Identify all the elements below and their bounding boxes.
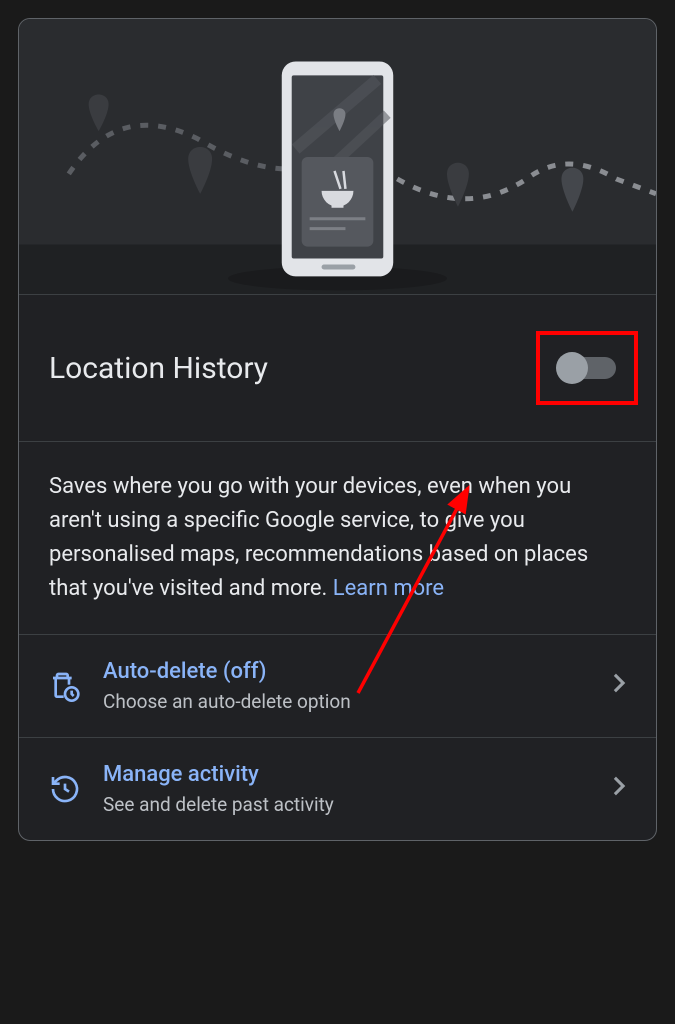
description-section: Saves where you go with your devices, ev… (19, 441, 656, 634)
toggle-highlight-box (536, 331, 638, 405)
auto-delete-subtitle: Choose an auto-delete option (103, 690, 590, 713)
auto-delete-text: Auto-delete (off) Choose an auto-delete … (103, 659, 590, 713)
location-history-toggle[interactable] (558, 357, 616, 379)
title-row: Location History (19, 294, 656, 441)
phone-map-illustration-icon (19, 19, 656, 294)
learn-more-link[interactable]: Learn more (333, 576, 444, 601)
manage-activity-subtitle: See and delete past activity (103, 793, 590, 816)
chevron-right-icon (612, 671, 626, 701)
manage-activity-option[interactable]: Manage activity See and delete past acti… (19, 737, 656, 840)
manage-activity-title: Manage activity (103, 762, 590, 787)
hero-illustration (19, 19, 656, 294)
auto-delete-icon (49, 670, 81, 702)
chevron-right-icon (612, 774, 626, 804)
page-title: Location History (49, 351, 268, 386)
location-history-card: Location History Saves where you go with… (18, 18, 657, 841)
description-text: Saves where you go with your devices, ev… (49, 470, 626, 606)
description-body: Saves where you go with your devices, ev… (49, 474, 588, 601)
manage-activity-text: Manage activity See and delete past acti… (103, 762, 590, 816)
auto-delete-title: Auto-delete (off) (103, 659, 590, 684)
auto-delete-option[interactable]: Auto-delete (off) Choose an auto-delete … (19, 634, 656, 737)
manage-activity-icon (49, 773, 81, 805)
